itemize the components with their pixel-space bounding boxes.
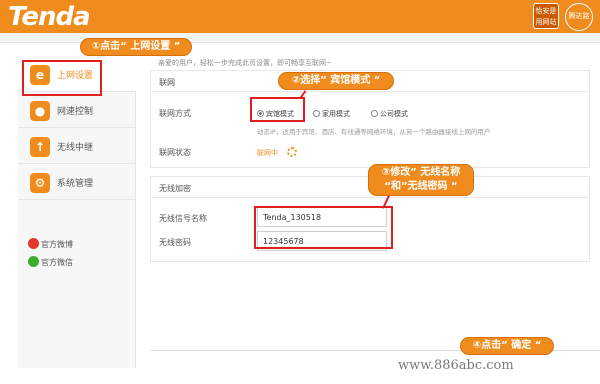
step3-line1: ③修改” 无线名称 — [381, 167, 461, 178]
users-icon: ● — [30, 101, 50, 121]
section-divider — [151, 91, 589, 92]
section-divider — [151, 197, 589, 198]
app-badge[interactable]: 怡安是 用网站 — [533, 3, 559, 29]
status-value: 联网中 — [257, 149, 278, 157]
mode-hint: 动态IP，适用于宾馆、酒店、有线通等网络环境，从另一个路由器接线上网的用户 — [257, 128, 491, 136]
step2-callout: ②选择” 宾馆模式 “ — [278, 72, 394, 90]
gear-icon: ⚙ — [30, 173, 50, 193]
step4-callout: ④点击” 确定 “ — [460, 337, 554, 355]
step3-callout: ③修改” 无线名称 “和”无线密码 “ — [368, 164, 474, 196]
internet-section-title: 联网 — [159, 78, 175, 87]
loading-spinner-icon — [287, 147, 297, 157]
mode-home-label: 家用模式 — [322, 110, 350, 118]
watermark-text: www.886abc.com — [398, 358, 514, 373]
mode-home-radio[interactable]: 家用模式 — [313, 109, 350, 119]
sidebar: e 上网设置 ● 网速控制 ↑ 无线中继 ⚙ 系统管理 官方微博 官方微信 — [18, 58, 136, 368]
sidebar-item-label: 网速控制 — [57, 107, 94, 117]
badge-line1: 怡安是 — [535, 7, 557, 15]
tenda-logo[interactable]: Tenda — [8, 2, 91, 32]
wechat-icon — [28, 256, 39, 267]
step2-highlight — [250, 97, 305, 122]
header-bar: Tenda 怡安是 用网站 腾达路由 — [0, 0, 600, 44]
weibo-icon — [28, 238, 39, 249]
mode-office-label: 公司模式 — [380, 110, 408, 118]
seal-text: 腾达路由 — [568, 12, 590, 44]
radio-dot — [371, 110, 378, 117]
sidebar-item-wireless-relay[interactable]: ↑ 无线中继 — [18, 130, 136, 164]
ssid-label: 无线信号名称 — [159, 214, 207, 223]
sidebar-item-label: 无线中继 — [57, 143, 94, 153]
weibo-link[interactable]: 官方微博 — [28, 238, 73, 250]
sidebar-item-speed-control[interactable]: ● 网速控制 — [18, 94, 136, 128]
wifi-relay-icon: ↑ — [30, 137, 50, 157]
status-label: 联网状态 — [159, 148, 191, 157]
badge-line2: 用网站 — [535, 18, 557, 26]
wechat-label: 官方微信 — [41, 258, 73, 267]
password-label: 无线密码 — [159, 238, 191, 247]
step3-line2: “和”无线密码 “ — [384, 181, 458, 192]
step1-highlight — [22, 60, 102, 96]
mode-office-radio[interactable]: 公司模式 — [371, 109, 408, 119]
wechat-link[interactable]: 官方微信 — [28, 256, 73, 268]
mode-label: 联网方式 — [159, 109, 191, 118]
brand-seal-icon: 腾达路由 — [565, 3, 593, 44]
radio-dot — [313, 110, 320, 117]
sidebar-item-system-management[interactable]: ⚙ 系统管理 — [18, 166, 136, 200]
step3-highlight — [254, 206, 393, 249]
wireless-section-title: 无线加密 — [159, 184, 191, 193]
sidebar-item-label: 系统管理 — [57, 179, 94, 189]
step1-callout: ①点击“ 上网设置 ” — [80, 38, 192, 56]
notice-text: 亲爱的用户，轻松一步完成此页设置，即可畅享互联网~ — [158, 59, 332, 67]
weibo-label: 官方微博 — [41, 240, 73, 249]
